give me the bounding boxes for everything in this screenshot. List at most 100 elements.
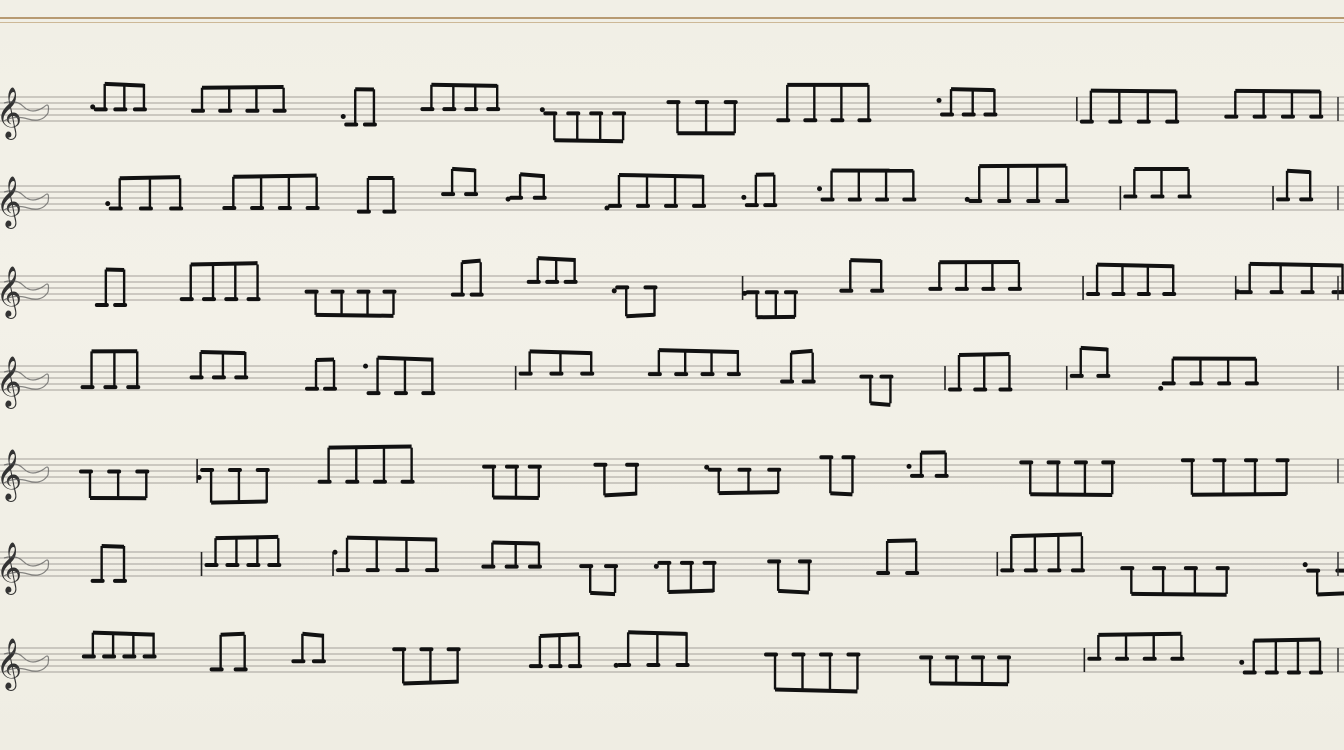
beam-icon	[979, 163, 1067, 169]
staff-system: 𝄞	[0, 345, 1344, 409]
note-group-icon	[817, 168, 917, 202]
beam-icon	[431, 82, 498, 88]
treble-clef-icon: 𝄞	[0, 266, 22, 319]
beam-icon	[1011, 532, 1082, 539]
beam-icon	[346, 535, 437, 542]
note-group-icon	[1224, 88, 1324, 119]
note-group-icon	[539, 107, 627, 144]
beam-icon	[302, 631, 324, 638]
note-group-icon	[653, 560, 717, 595]
beam-icon	[778, 588, 810, 595]
note-group-icon	[79, 469, 150, 501]
beam-icon	[1080, 345, 1108, 352]
beam-icon	[119, 175, 181, 181]
beam-icon	[200, 350, 246, 356]
beam-icon	[628, 630, 687, 636]
beam-icon	[718, 490, 779, 496]
dot-mark	[604, 205, 610, 211]
beam-icon	[850, 258, 882, 263]
note-group-icon	[1239, 637, 1324, 675]
note-group-icon	[209, 631, 248, 672]
beam-icon	[1286, 168, 1311, 175]
note-group-icon	[742, 290, 798, 320]
beam-icon	[220, 631, 245, 637]
beam-icon	[830, 491, 853, 497]
beam-icon	[403, 679, 458, 686]
beam-icon	[377, 355, 433, 362]
note-group-icon	[317, 444, 415, 484]
beam-icon	[529, 349, 592, 356]
note-group-icon	[604, 172, 707, 211]
beam-icon	[1317, 591, 1344, 597]
beam-icon	[92, 630, 154, 637]
beam-icon	[1191, 492, 1287, 497]
note-group-icon	[1235, 261, 1344, 295]
beam-icon	[451, 166, 476, 173]
beam-icon	[790, 348, 813, 355]
note-group-icon	[819, 455, 856, 497]
note-group-icon	[196, 467, 270, 505]
note-group-icon	[1276, 168, 1314, 202]
beam-icon	[618, 172, 704, 179]
beam-icon	[537, 256, 575, 262]
staff-system: 𝄞	[0, 532, 1344, 597]
beam-icon	[1097, 262, 1174, 269]
note-group-icon	[526, 256, 578, 284]
dot-mark	[653, 563, 659, 569]
treble-clef-icon: 𝄞	[0, 176, 22, 229]
score-svg: 𝄞 𝄞 𝄞 𝄞 𝄞 𝄞 𝄞	[0, 81, 1344, 694]
sheet-music-page: 𝄞 𝄞 𝄞 𝄞 𝄞 𝄞 𝄞	[0, 0, 1344, 750]
beam-icon	[211, 499, 267, 505]
dot-mark	[332, 549, 338, 555]
dot-mark	[1235, 289, 1241, 295]
staff-system: 𝄞	[0, 81, 1344, 144]
beam-icon	[539, 632, 580, 638]
note-group-icon	[332, 535, 440, 573]
note-group-icon	[340, 87, 377, 127]
beam-icon	[604, 491, 637, 498]
note-group-icon	[80, 349, 141, 390]
beam-icon	[1131, 591, 1227, 597]
beam-icon	[461, 258, 481, 265]
note-group-icon	[613, 630, 690, 668]
dot-mark	[90, 104, 96, 110]
beam-icon	[1235, 88, 1321, 94]
note-group-icon	[647, 348, 741, 377]
beam-icon	[1090, 88, 1177, 94]
treble-clef-icon: 𝄞	[0, 87, 22, 140]
note-group-icon	[593, 462, 640, 498]
dot-mark	[505, 196, 511, 202]
dot-mark	[196, 475, 202, 481]
dot-mark	[539, 107, 545, 113]
beam-icon	[590, 590, 616, 597]
note-group-icon	[859, 374, 894, 407]
note-group-icon	[906, 450, 949, 478]
beam-icon	[1030, 492, 1113, 497]
beam-icon	[215, 534, 279, 541]
beam-icon	[1249, 261, 1343, 268]
treble-clef-icon: 𝄞	[0, 542, 22, 595]
beam-icon	[1253, 637, 1321, 643]
beam-icon	[1098, 631, 1182, 637]
beam-icon	[101, 543, 125, 549]
note-group-icon	[1086, 262, 1177, 297]
dot-mark	[611, 288, 617, 294]
note-group-icon	[876, 538, 920, 576]
note-group-icon	[936, 87, 998, 117]
treble-clef-icon: 𝄞	[0, 638, 22, 691]
staff-system: 𝄞	[0, 256, 1344, 320]
note-group-icon	[1079, 88, 1180, 124]
dot-mark	[1302, 562, 1308, 568]
beam-icon	[774, 687, 858, 694]
note-group-icon	[190, 85, 287, 113]
beam-icon	[104, 81, 145, 88]
note-group-icon	[741, 172, 778, 208]
note-group-icon	[81, 630, 157, 659]
dot-mark	[613, 662, 619, 668]
note-group-icon	[767, 559, 812, 595]
beam-icon	[658, 348, 738, 355]
beam-icon	[958, 352, 1010, 357]
beam-icon	[870, 401, 891, 407]
note-group-icon	[304, 289, 397, 318]
note-group-icon	[611, 285, 658, 319]
